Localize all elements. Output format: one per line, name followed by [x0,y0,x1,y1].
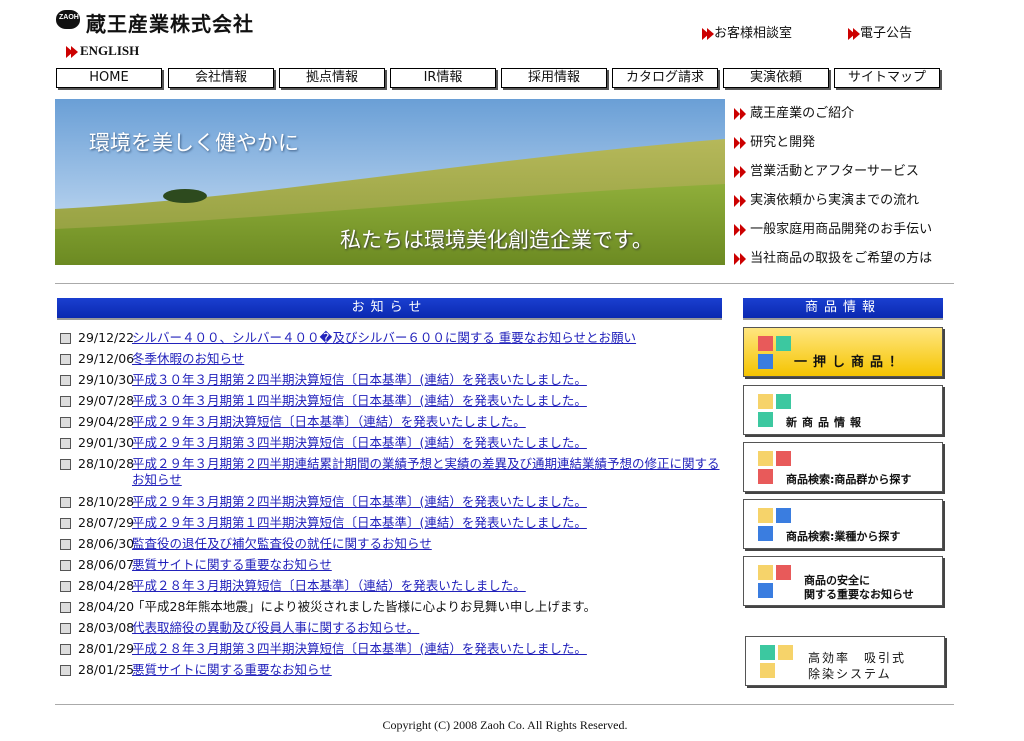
divider [55,283,954,284]
news-title-bar: お知らせ [57,298,722,320]
nav-locations[interactable]: 拠点情報 [279,68,385,88]
news-link[interactable]: 悪質サイトに関する重要なお知らせ [132,662,722,678]
bullet-icon [60,518,71,529]
featured-products-button[interactable]: 一押し商品！ [743,327,943,377]
side-link-sales[interactable]: 営業活動とアフターサービス [734,160,919,179]
nav-home[interactable]: HOME [56,68,162,88]
arrow-icon [71,46,78,59]
bullet-icon [60,539,71,550]
bullet-icon [60,602,71,613]
square-icon [758,354,773,369]
bullet-icon [60,560,71,571]
new-products-button[interactable]: 新商品情報 [743,385,943,435]
bullet-icon [60,665,71,676]
hero-banner: 環境を美しく健やかに 私たちは環境美化創造企業です。 [55,99,725,265]
nav-demo[interactable]: 実演依頼 [723,68,829,88]
news-link[interactable]: 平成３０年３月期第１四半期決算短信〔日本基準〕(連結）を発表いたしました。 [132,393,722,409]
bullet-icon [60,497,71,508]
news-link[interactable]: 平成２９年３月期第２四半期連結累計期間の業績予想と実績の差異及び通期連結業績予想… [132,456,722,488]
arrow-icon [740,107,746,120]
news-link[interactable]: 平成２８年３月期決算短信〔日本基準〕（連結）を発表いたしました。 [132,578,722,594]
square-icon [758,526,773,541]
side-link-research[interactable]: 研究と開発 [734,131,815,150]
square-icon [758,451,773,466]
side-link-household[interactable]: 一般家庭用商品開発のお手伝い [734,218,932,237]
square-icon [760,663,775,678]
news-link[interactable]: 悪質サイトに関する重要なお知らせ [132,557,722,573]
arrow-icon [740,252,746,265]
decontamination-system-button[interactable]: 高効率 吸引式 除染システム [745,636,945,686]
bullet-icon [60,354,71,365]
square-icon [758,469,773,484]
news-link[interactable]: 平成３０年３月期第２四半期決算短信〔日本基準〕(連結）を発表いたしました。 [132,372,722,388]
bullet-icon [60,644,71,655]
nav-company[interactable]: 会社情報 [168,68,274,88]
customer-support-link[interactable]: お客様相談室 [702,22,792,41]
square-icon [778,645,793,660]
square-icon [776,394,791,409]
news-link[interactable]: 平成２８年３月期第３四半期決算短信〔日本基準〕(連結）を発表いたしました。 [132,641,722,657]
company-name[interactable]: 蔵王産業株式会社 [86,8,254,37]
search-by-group-button[interactable]: 商品検索:商品群から探す [743,442,943,492]
arrow-icon [853,27,860,40]
news-link[interactable]: 平成２９年３月期第２四半期決算短信〔日本基準〕(連結）を発表いたしました。 [132,494,722,510]
square-icon [758,583,773,598]
news-link[interactable]: 監査役の退任及び補欠監査役の就任に関するお知らせ [132,536,722,552]
bullet-icon [60,459,71,470]
nav-recruit[interactable]: 採用情報 [501,68,607,88]
hero-tagline: 私たちは環境美化創造企業です。 [340,228,653,252]
english-link[interactable]: ENGLISH [66,43,139,59]
products-title-bar: 商品情報 [743,298,943,320]
nav-sitemap[interactable]: サイトマップ [834,68,940,88]
footer-divider [55,704,954,705]
news-text: 「平成28年熊本地震」により被災されました皆様に心よりお見舞い申し上げます。 [132,599,597,614]
square-icon [758,508,773,523]
search-by-industry-button[interactable]: 商品検索:業種から探す [743,499,943,549]
square-icon [758,412,773,427]
news-link[interactable]: シルバー４００、シルバー４００�及びシルバー６００に関する 重要なお知らせとお願… [132,330,722,346]
square-icon [758,565,773,580]
side-link-dealers[interactable]: 当社商品の取扱をご希望の方は [734,247,932,266]
bullet-icon [60,438,71,449]
arrow-icon [740,165,746,178]
news-link[interactable]: 平成２９年３月期第３四半期決算短信〔日本基準〕(連結）を発表いたしました。 [132,435,722,451]
arrow-icon [740,136,746,149]
square-icon [758,394,773,409]
main-nav: HOME 会社情報 拠点情報 IR情報 採用情報 カタログ請求 実演依頼 サイト… [56,68,942,88]
square-icon [760,645,775,660]
arrow-icon [740,223,746,236]
bullet-icon [60,581,71,592]
square-icon [776,336,791,351]
square-icon [776,451,791,466]
hero-headline: 環境を美しく健やかに [89,131,299,155]
nav-catalog[interactable]: カタログ請求 [612,68,718,88]
nav-ir[interactable]: IR情報 [390,68,496,88]
square-icon [776,508,791,523]
side-link-demo-flow[interactable]: 実演依頼から実演までの流れ [734,189,919,208]
arrow-icon [740,194,746,207]
news-link[interactable]: 冬季休暇のお知らせ [132,351,722,367]
bullet-icon [60,333,71,344]
electronic-notice-link[interactable]: 電子公告 [848,22,912,41]
news-link[interactable]: 平成２９年３月期決算短信〔日本基準〕（連結）を発表いたしました。 [132,414,722,430]
bullet-icon [60,375,71,386]
bullet-icon [60,417,71,428]
square-icon [776,565,791,580]
product-safety-notice-button[interactable]: 商品の安全に 関する重要なお知らせ [743,556,943,606]
news-link[interactable]: 平成２９年３月期第１四半期決算短信〔日本基準〕(連結）を発表いたしました。 [132,515,722,531]
company-logo-icon: ZAOH [56,10,80,29]
side-link-intro[interactable]: 蔵王産業のご紹介 [734,102,854,121]
bullet-icon [60,396,71,407]
square-icon [758,336,773,351]
footer-copyright: Copyright (C) 2008 Zaoh Co. All Rights R… [382,718,628,732]
bullet-icon [60,623,71,634]
arrow-icon [707,27,714,40]
news-link[interactable]: 代表取締役の異動及び役員人事に関するお知らせ。 [132,620,722,636]
